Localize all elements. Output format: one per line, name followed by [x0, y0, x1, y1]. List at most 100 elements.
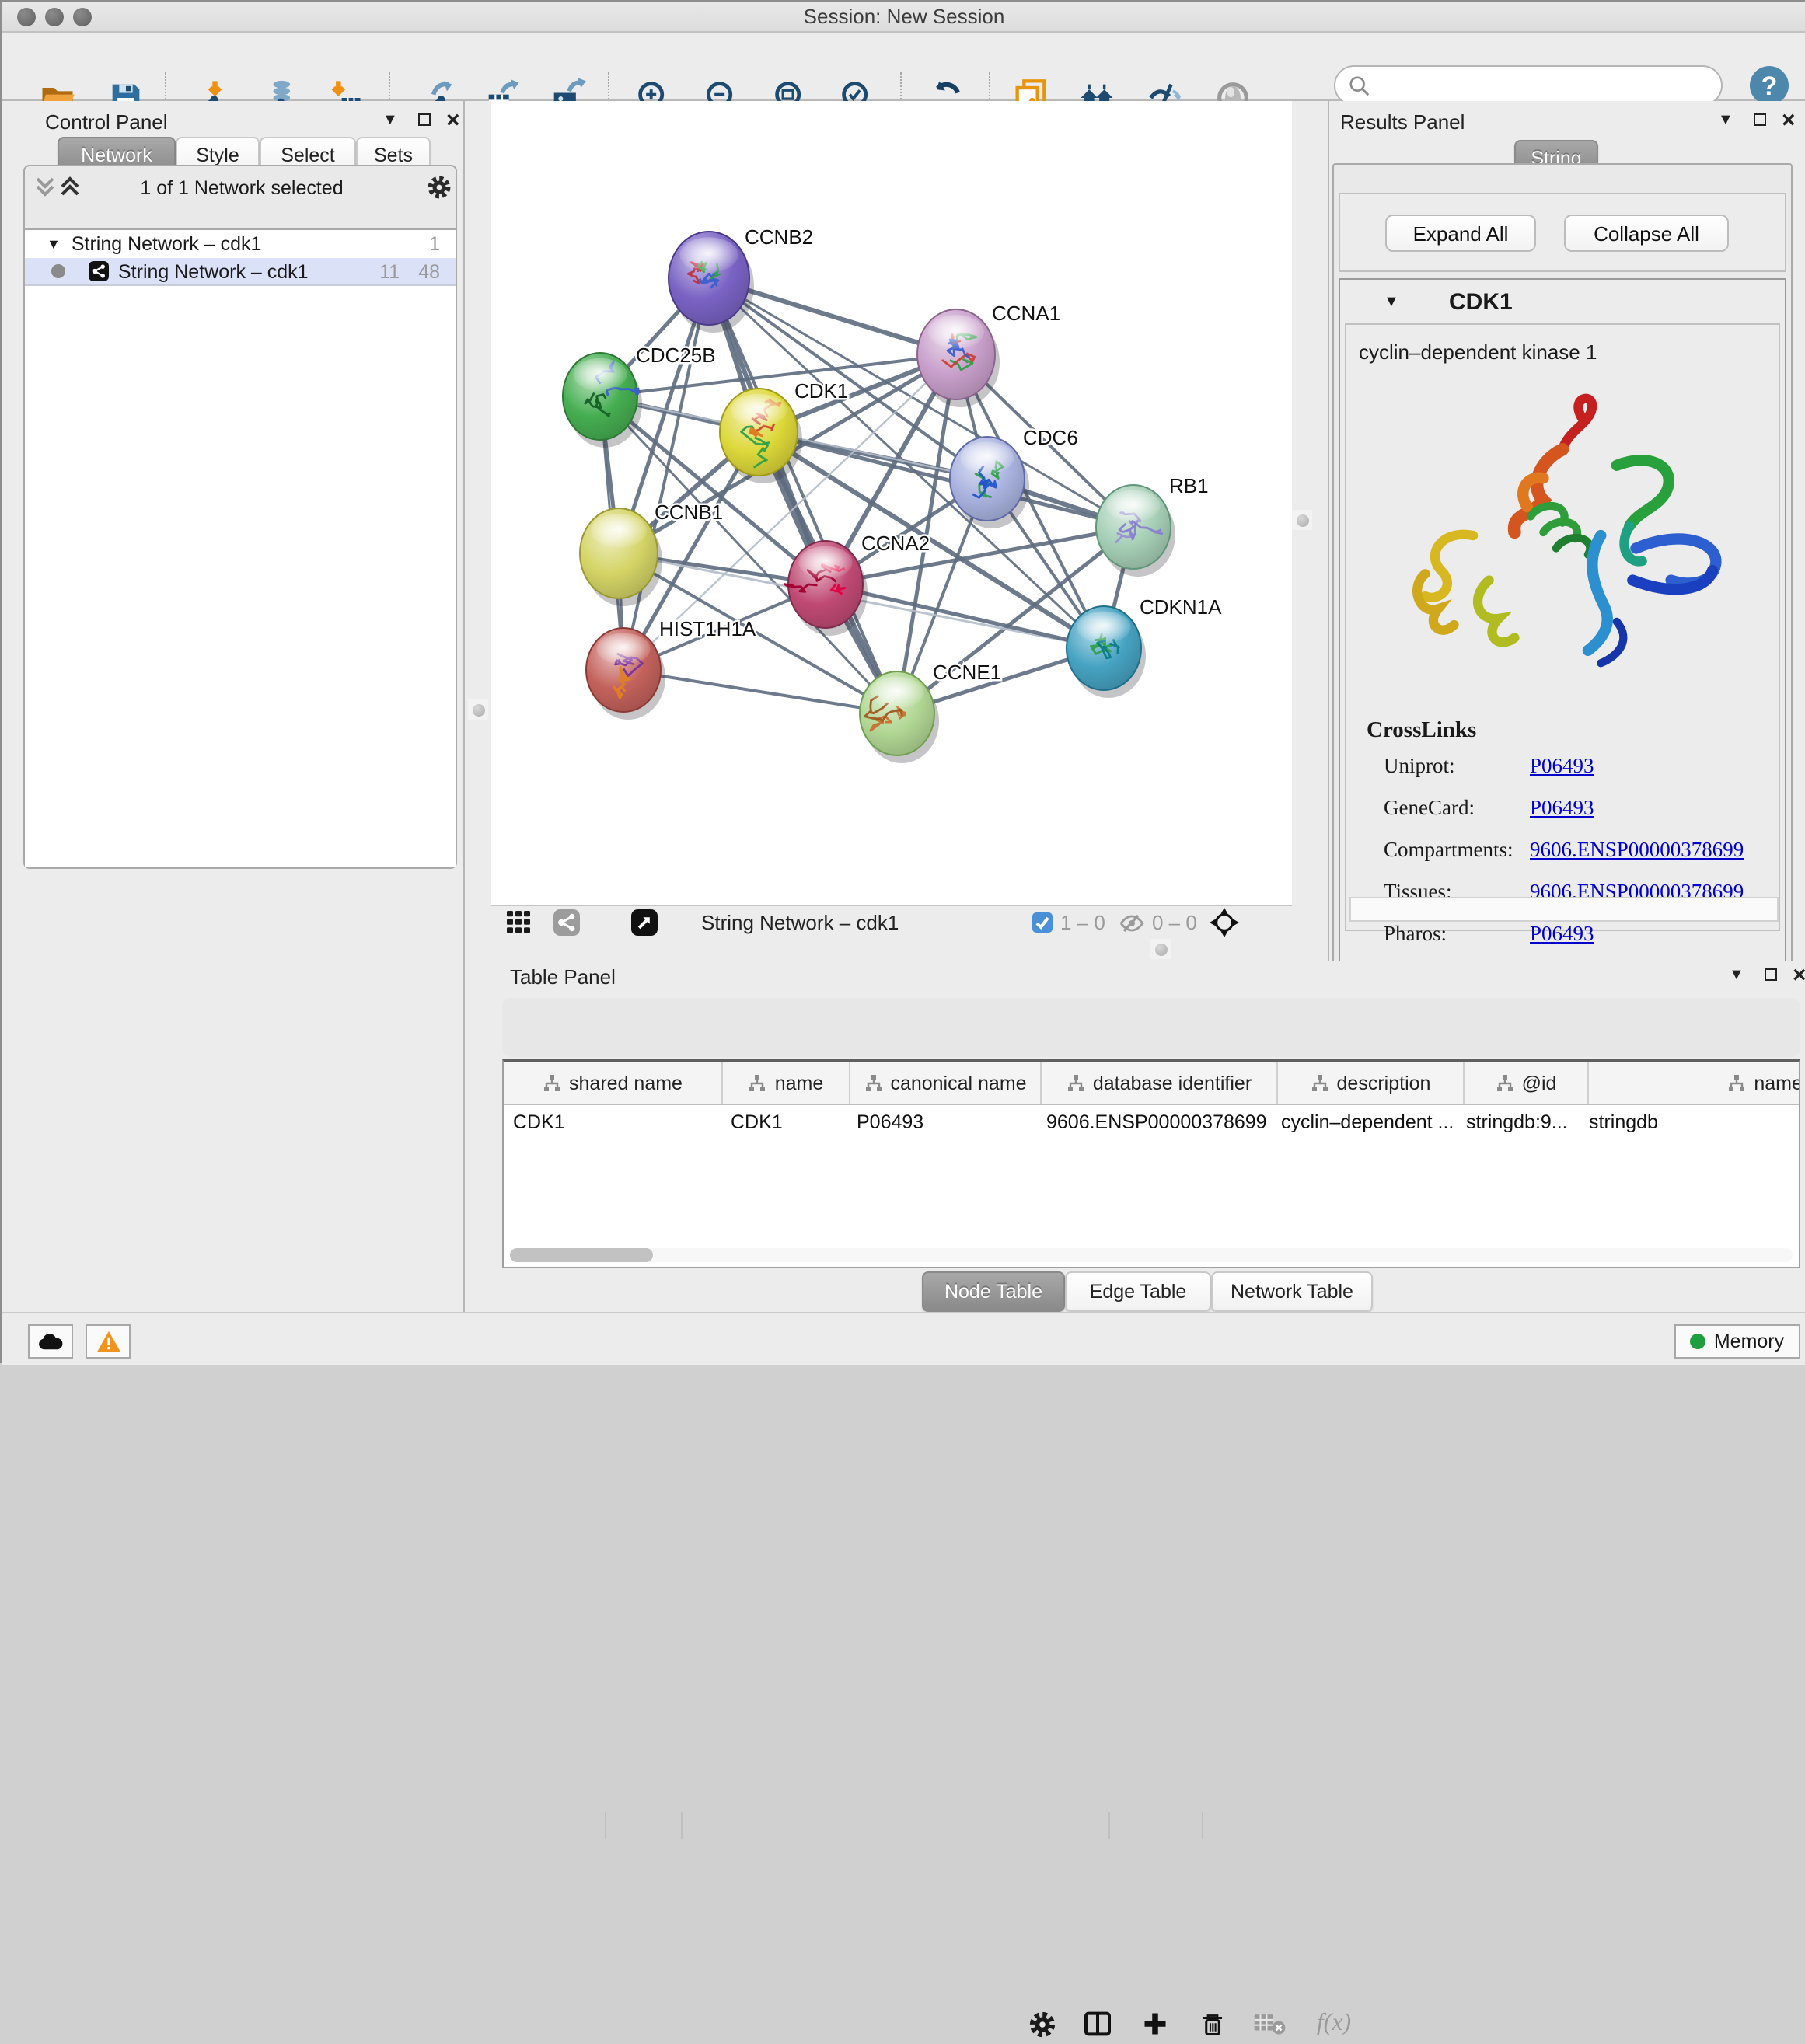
column-header-canonical-name[interactable]: canonical name [850, 1062, 1042, 1104]
svg-text:?: ? [1761, 72, 1778, 101]
node-label-CCNE1: CCNE1 [933, 661, 1001, 684]
delete-column-icon[interactable] [1192, 2004, 1233, 2044]
column-type-icon [749, 1073, 767, 1092]
column-header-label: description [1337, 1072, 1431, 1094]
panel-close-icon[interactable]: × [1793, 968, 1805, 984]
search-input[interactable] [1371, 73, 1688, 98]
table-cell[interactable]: CDK1 [504, 1105, 721, 1142]
table-cell[interactable]: 9606.ENSP00000378699 [1037, 1105, 1272, 1142]
tab-edge-table[interactable]: Edge Table [1065, 1271, 1211, 1312]
node-CCNA2[interactable] [784, 541, 868, 636]
protein-structure-image [1374, 382, 1747, 685]
memory-status-dot [1691, 1334, 1706, 1349]
selected-checkbox-icon[interactable] [1032, 912, 1053, 937]
column-header-description[interactable]: description [1278, 1062, 1465, 1104]
splitter-collapse-handle[interactable] [1292, 510, 1312, 530]
crosslink-row: Pharos:P06493 [1384, 922, 1779, 964]
network-view-dot-icon [51, 264, 65, 278]
tab-network-table[interactable]: Network Table [1211, 1271, 1373, 1312]
search-box[interactable] [1334, 65, 1723, 106]
panel-float-icon[interactable] [1765, 968, 1777, 981]
node-CCNE1[interactable] [860, 671, 939, 763]
node-label-CDK1: CDK1 [794, 379, 848, 403]
expand-all-button[interactable]: Expand All [1385, 215, 1536, 252]
crosslink-row: Compartments:9606.ENSP00000378699 [1384, 838, 1779, 880]
warning-button[interactable] [86, 1324, 131, 1359]
crosslink-value-link[interactable]: P06493 [1530, 754, 1594, 777]
control-panel: Control Panel ▼ × NetworkStyleSelectSets… [2, 101, 465, 1312]
node-CDC25B[interactable] [563, 353, 642, 448]
node-RB1[interactable] [1096, 485, 1175, 577]
table-gear-icon[interactable] [1021, 2004, 1062, 2044]
network-tree-list: ▼ String Network – cdk1 1 String Network… [25, 228, 456, 867]
gene-description: cyclin–dependent kinase 1 [1359, 340, 1779, 364]
table-cell[interactable]: stringdb [1580, 1105, 1800, 1142]
column-type-icon [543, 1073, 561, 1092]
control-panel-splitter[interactable] [465, 101, 491, 1312]
tree-expand-icon[interactable]: ▼ [47, 236, 61, 252]
collapse-all-button[interactable]: Collapse All [1564, 215, 1729, 252]
column-header-label: shared name [569, 1072, 683, 1094]
table-cell[interactable]: P06493 [847, 1105, 1037, 1142]
column-header-@id[interactable]: @id [1465, 1062, 1589, 1104]
table-panel-splitter[interactable] [491, 937, 1328, 961]
crosslink-value-link[interactable]: P06493 [1530, 796, 1594, 819]
splitter-collapse-handle[interactable] [1150, 939, 1171, 959]
node-CCNB2[interactable] [669, 232, 754, 333]
panel-menu-icon[interactable]: ▼ [382, 112, 398, 129]
results-hscrollbar[interactable] [1349, 897, 1779, 922]
table-hscrollbar-thumb[interactable] [510, 1248, 653, 1262]
string-network-icon [89, 261, 109, 281]
status-bar: Memory [2, 1312, 1805, 1365]
show-columns-icon[interactable] [1077, 2004, 1118, 2044]
memory-label: Memory [1714, 1331, 1784, 1352]
node-CDK1[interactable] [720, 389, 802, 483]
add-column-icon[interactable] [1135, 2004, 1175, 2044]
crosslinks-heading: CrossLinks [1367, 718, 1779, 745]
node-CCNA1[interactable] [917, 309, 1000, 407]
panel-float-icon[interactable] [1754, 113, 1766, 126]
table-hscrollbar[interactable] [510, 1248, 1793, 1262]
panel-menu-icon[interactable]: ▼ [1729, 967, 1744, 984]
edge-CCNB2-CCNE1[interactable] [709, 278, 897, 713]
gene-name-heading: CDK1 [1449, 289, 1513, 316]
table-cell[interactable]: CDK1 [721, 1105, 847, 1142]
network-tree-root-row[interactable]: ▼ String Network – cdk1 1 [25, 230, 456, 258]
panel-float-icon[interactable] [418, 113, 431, 126]
gear-icon[interactable] [426, 174, 452, 208]
column-header-database-identifier[interactable]: database identifier [1042, 1062, 1278, 1104]
popout-view-icon[interactable] [631, 909, 658, 940]
results-panel-splitter[interactable] [1292, 101, 1328, 961]
node-CDKN1A[interactable] [1067, 606, 1146, 698]
node-table[interactable]: shared name namecanonical namedatabase id… [502, 1059, 1800, 1268]
table-panel-title: Table Panel [510, 965, 616, 989]
tab-node-table[interactable]: Node Table [922, 1271, 1065, 1312]
table-cell[interactable]: stringdb:9... [1457, 1105, 1580, 1142]
node-CCNB1[interactable] [580, 508, 662, 606]
crosslink-value-link[interactable]: P06493 [1530, 922, 1594, 945]
network-tree-row-selected[interactable]: String Network – cdk1 11 48 [25, 258, 456, 286]
network-share-icon[interactable] [553, 909, 580, 940]
results-panel-title: Results Panel [1340, 110, 1465, 134]
panel-close-icon[interactable]: × [446, 113, 460, 129]
grid-view-icon[interactable] [507, 911, 532, 939]
splitter-collapse-handle[interactable] [468, 699, 488, 720]
section-collapse-icon[interactable]: ▼ [1384, 294, 1399, 311]
column-header-shared-name[interactable]: shared name [504, 1062, 723, 1104]
column-header-name[interactable]: name [723, 1062, 850, 1104]
panel-menu-icon[interactable]: ▼ [1718, 112, 1733, 129]
table-row[interactable]: CDK1CDK1P064939606.ENSP00000378699cyclin… [504, 1105, 1799, 1142]
cloud-button[interactable] [28, 1324, 73, 1359]
crosslink-label: GeneCard: [1384, 796, 1530, 821]
table-cell[interactable]: cyclin–dependent ... [1272, 1105, 1457, 1142]
title-bar[interactable]: Session: New Session [2, 2, 1805, 33]
cytoscape-window: Session: New Session [0, 0, 1805, 1363]
column-header-label: @id [1522, 1072, 1557, 1094]
crosslink-value-link[interactable]: 9606.ENSP00000378699 [1530, 838, 1744, 861]
network-label: String Network – cdk1 [118, 260, 309, 282]
column-header-namespace[interactable]: namespace [1589, 1062, 1800, 1104]
crosslink-label: Pharos: [1384, 922, 1530, 947]
memory-button[interactable]: Memory [1674, 1324, 1800, 1359]
network-canvas[interactable]: CCNB2CCNA1CDC25BCDK1CDC6RB1CCNB1CCNA2CDK… [491, 101, 1292, 905]
panel-close-icon[interactable]: × [1782, 113, 1796, 129]
